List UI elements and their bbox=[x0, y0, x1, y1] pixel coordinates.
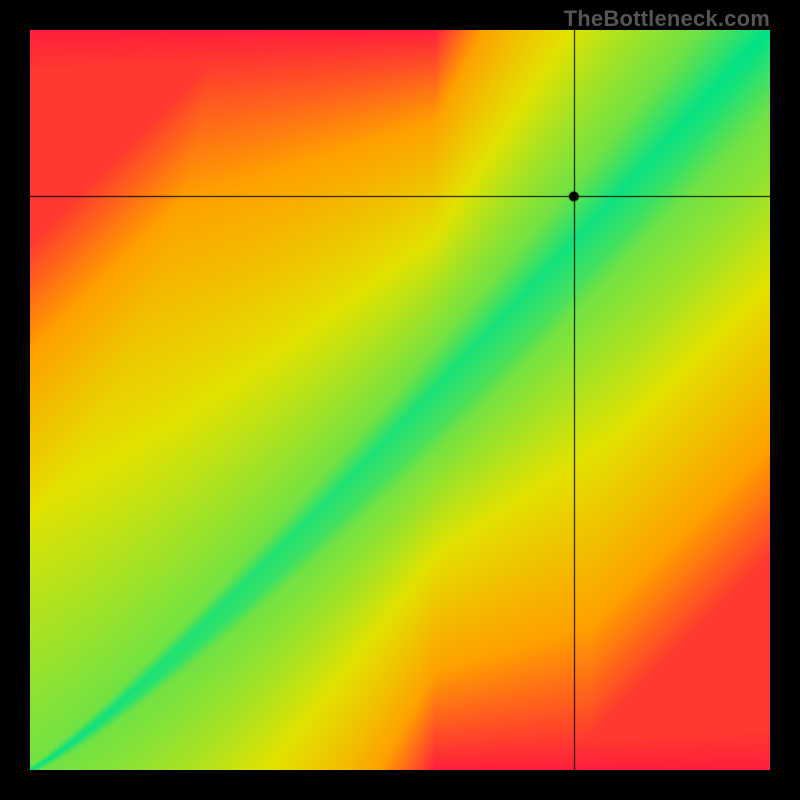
heatmap-plot bbox=[30, 30, 770, 770]
heatmap-canvas bbox=[30, 30, 770, 770]
chart-container: TheBottleneck.com bbox=[0, 0, 800, 800]
watermark-text: TheBottleneck.com bbox=[564, 6, 770, 32]
